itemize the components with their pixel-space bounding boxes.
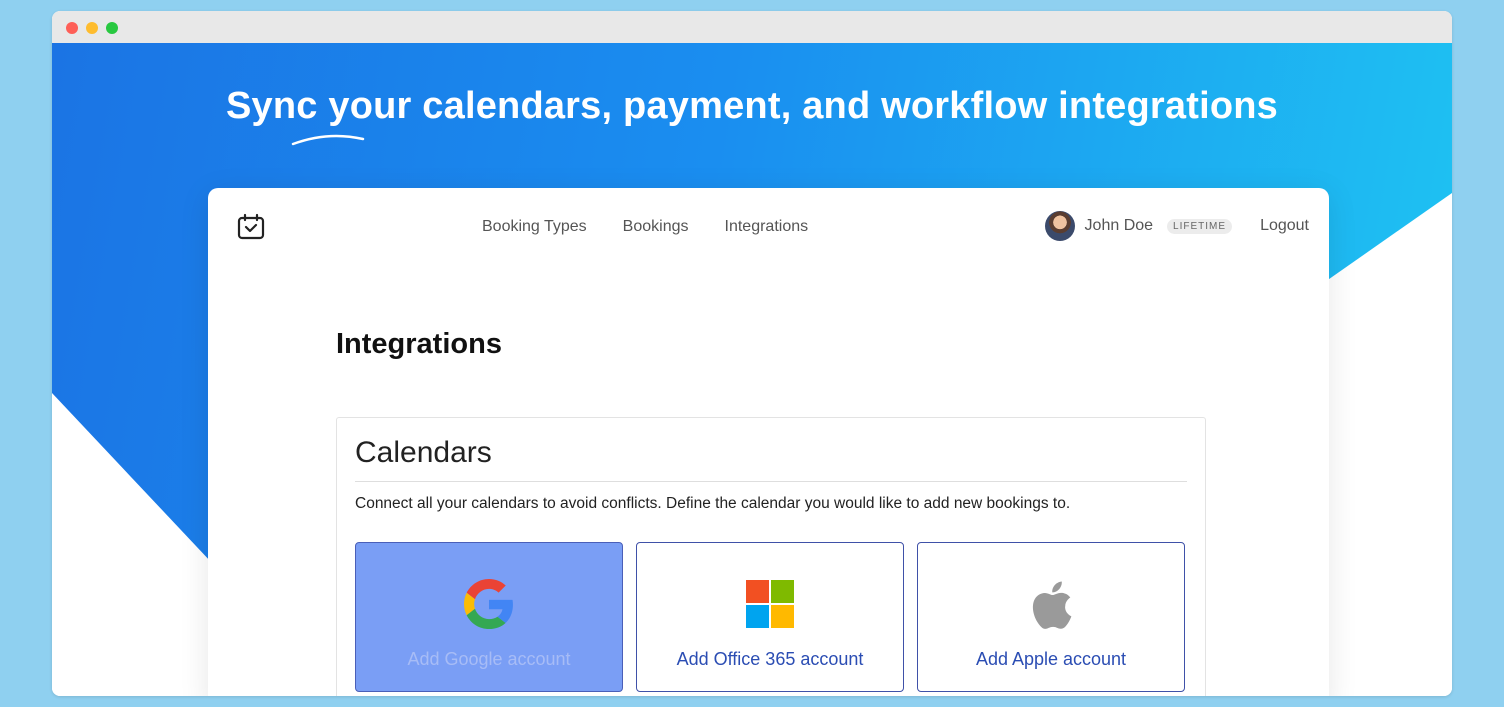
user-menu: John Doe LIFETIME Logout bbox=[1044, 211, 1309, 241]
close-window-button[interactable] bbox=[66, 22, 78, 34]
add-apple-account-card[interactable]: Add Apple account bbox=[917, 542, 1185, 692]
avatar[interactable] bbox=[1044, 211, 1075, 241]
headline-underline-decoration bbox=[291, 134, 365, 146]
nav-booking-types[interactable]: Booking Types bbox=[482, 218, 587, 236]
calendars-heading: Calendars bbox=[355, 436, 492, 469]
minimize-window-button[interactable] bbox=[86, 22, 98, 34]
window-titlebar bbox=[52, 11, 1452, 43]
plan-badge: LIFETIME bbox=[1167, 218, 1233, 234]
add-google-account-label: Add Google account bbox=[407, 649, 571, 669]
google-icon bbox=[464, 579, 513, 629]
browser-window: Sync your calendars, payment, and workfl… bbox=[52, 11, 1452, 696]
logout-link[interactable]: Logout bbox=[1260, 217, 1309, 235]
hero-headline: Sync your calendars, payment, and workfl… bbox=[225, 85, 1279, 127]
calendars-panel: Calendars Connect all your calendars to … bbox=[336, 417, 1206, 696]
add-apple-account-label: Add Apple account bbox=[975, 649, 1127, 669]
calendar-check-logo-icon[interactable] bbox=[236, 212, 266, 242]
hero-section: Sync your calendars, payment, and workfl… bbox=[52, 43, 1452, 696]
divider bbox=[355, 481, 1187, 482]
add-office-365-account-label: Add Office 365 account bbox=[676, 649, 864, 669]
nav-bookings[interactable]: Bookings bbox=[623, 218, 689, 236]
add-google-account-card[interactable]: Add Google account bbox=[355, 542, 623, 692]
add-office-365-account-card[interactable]: Add Office 365 account bbox=[636, 542, 904, 692]
maximize-window-button[interactable] bbox=[106, 22, 118, 34]
page-title: Integrations bbox=[336, 328, 502, 360]
user-name[interactable]: John Doe bbox=[1085, 217, 1154, 235]
app-screenshot: Booking Types Bookings Integrations John… bbox=[208, 188, 1329, 696]
nav-integrations[interactable]: Integrations bbox=[725, 218, 809, 236]
microsoft-icon bbox=[746, 580, 794, 628]
main-nav: Booking Types Bookings Integrations bbox=[482, 218, 808, 236]
calendars-description: Connect all your calendars to avoid conf… bbox=[355, 495, 1071, 512]
apple-icon bbox=[1032, 581, 1072, 629]
